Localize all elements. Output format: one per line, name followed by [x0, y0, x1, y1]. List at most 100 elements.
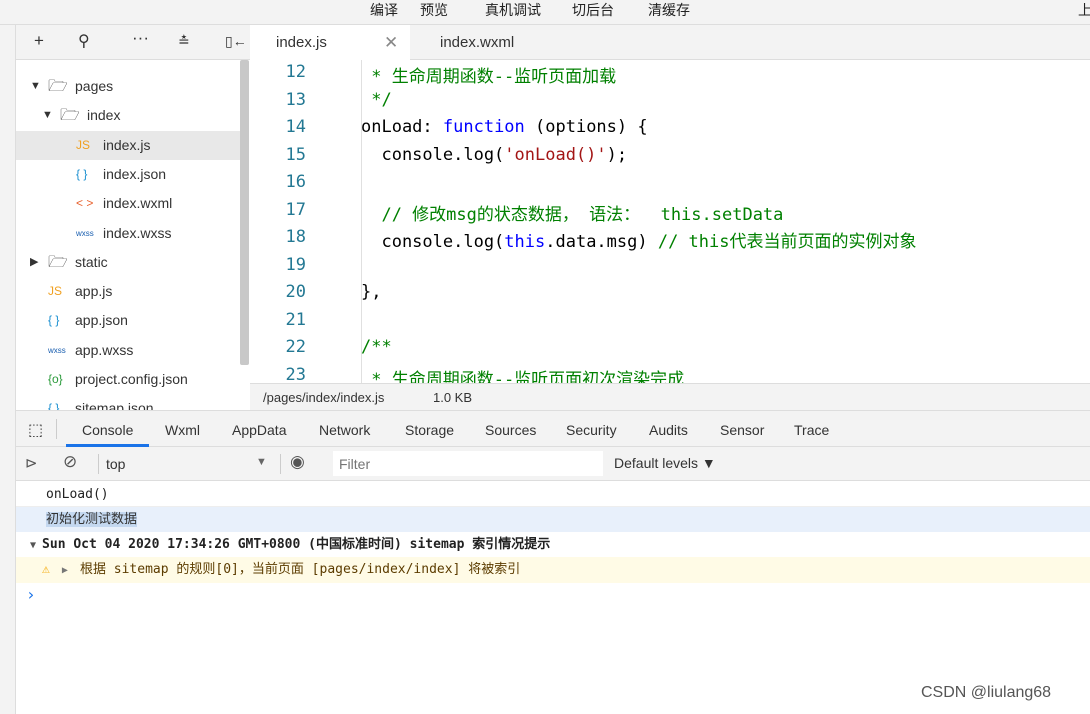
tab-storage[interactable]: Storage	[405, 411, 454, 447]
context-select[interactable]: top ▼	[106, 452, 274, 476]
chevron-down-icon: ▼	[256, 456, 267, 468]
code-token: onLoad:	[361, 117, 443, 137]
code-line: },	[361, 282, 381, 302]
file-tree-item[interactable]: wxss index.wxss	[16, 219, 240, 248]
line-number: 16	[285, 172, 306, 192]
file-icon: JS	[48, 284, 63, 299]
console-warning[interactable]: ⚠ ▶ 根据 sitemap 的规则[0]，当前页面 [pages/index/…	[16, 557, 1090, 583]
devtools-tabs: ⬚ Console Wxml AppData Network Storage Source…	[16, 410, 1090, 447]
divider	[280, 454, 281, 474]
divider	[98, 454, 99, 474]
log-text: 初始化测试数据	[46, 512, 138, 527]
chevron-down-icon: ▼	[30, 540, 43, 551]
file-size: 1.0 KB	[433, 390, 473, 405]
editor-tabs: index.js ✕ index.wxml	[250, 25, 1090, 60]
levels-dropdown[interactable]: Default levels ▼	[614, 455, 716, 471]
tab-sensor[interactable]: Sensor	[720, 411, 764, 447]
folder-icon: 🗁	[48, 253, 68, 271]
file-tree-item[interactable]: < > index.wxml	[16, 189, 240, 218]
file-tree-item[interactable]: { } index.json	[16, 160, 240, 189]
code-line: * 生命周期函数--监听页面初次渲染完成	[361, 365, 684, 384]
close-icon[interactable]: ✕	[384, 25, 398, 61]
sidebar-toggle-icon[interactable]: ⊳	[25, 454, 38, 472]
tab-audits[interactable]: Audits	[649, 411, 688, 447]
code-token: .data.msg)	[545, 232, 658, 252]
console-group[interactable]: ▼ Sun Oct 04 2020 17:34:26 GMT+0800 (中国标…	[16, 533, 1090, 557]
tab-index-wxml[interactable]: index.wxml	[440, 25, 514, 60]
code-line: */	[361, 90, 391, 110]
file-tree-item[interactable]: { } sitemap.json	[16, 394, 240, 410]
file-name: project.config.json	[75, 371, 188, 387]
file-tree-item[interactable]: JS app.js	[16, 277, 240, 306]
chevron-right-icon: ▶	[30, 255, 39, 268]
file-name: app.wxss	[75, 341, 134, 358]
code-token: (options) {	[524, 117, 648, 137]
inspect-icon[interactable]: ⬚	[28, 420, 43, 440]
folder-icon: 🗁	[48, 78, 68, 95]
tab-sources[interactable]: Sources	[485, 411, 536, 447]
tab-network[interactable]: Network	[319, 411, 370, 447]
warning-text: 根据 sitemap 的规则[0]，当前页面 [pages/index/inde…	[79, 562, 521, 577]
status-bar: /pages/index/index.js 1.0 KB	[250, 383, 1090, 410]
collapse-icon[interactable]: ≛	[178, 33, 190, 50]
file-icon: wxss	[48, 345, 66, 355]
file-tree-item[interactable]: ▼ 🗁 index	[16, 101, 240, 130]
warning-icon: ⚠	[42, 562, 50, 577]
file-tree-item[interactable]: ▶ 🗁 static	[16, 248, 240, 277]
search-icon[interactable]: ⚲	[78, 31, 90, 51]
toolbar-button[interactable]: 切后台	[572, 0, 614, 20]
file-name: index.js	[103, 136, 151, 153]
chevron-down-icon: ▼	[30, 80, 41, 92]
file-icon: JS	[76, 137, 91, 152]
toolbar-button[interactable]: 真机调试	[485, 0, 541, 20]
code-editor[interactable]: 12 * 生命周期函数--监听页面加载 13 */ 14 onLoad: functi…	[250, 60, 1090, 383]
watermark: CSDN @liulang68	[921, 684, 1052, 701]
more-icon[interactable]: ···	[132, 28, 149, 48]
code-token: },	[361, 282, 382, 302]
file-tree-item[interactable]: {o} project.config.json	[16, 365, 240, 394]
console-log: onLoad()	[16, 483, 1090, 507]
chevron-down-icon: ▼	[42, 109, 53, 122]
toolbar-button[interactable]: 预览	[420, 0, 448, 20]
console-prompt[interactable]: ›	[16, 584, 1090, 606]
eye-icon[interactable]: ◉	[290, 452, 305, 472]
clear-icon[interactable]: ⊘	[63, 452, 77, 472]
code-line: console.log(this.data.msg) // this代表当前页面…	[361, 227, 916, 252]
toolbar-button[interactable]: 编译	[370, 0, 398, 20]
add-icon[interactable]: +	[34, 31, 44, 51]
file-tree-item[interactable]: JS index.js	[16, 130, 240, 160]
group-title: Sun Oct 04 2020 17:34:26 GMT+0800 (中国标准时…	[42, 537, 551, 552]
code-line: onLoad: function (options) {	[361, 117, 648, 137]
line-number: 22	[285, 337, 306, 357]
file-tree-item[interactable]: wxss app.wxss	[16, 336, 240, 365]
code-token: console.log(	[361, 144, 505, 165]
tab-security[interactable]: Security	[566, 411, 617, 447]
toolbar-button[interactable]: 上	[1078, 0, 1090, 20]
code-line: * 生命周期函数--监听页面加载	[361, 62, 616, 87]
code-token: // 修改msg的状态数据， 语法： this.setData	[361, 204, 784, 225]
toolbar-button[interactable]: 清缓存	[648, 0, 690, 20]
split-icon[interactable]: ▯←	[225, 33, 247, 50]
filter-input[interactable]	[333, 451, 603, 476]
tab-console[interactable]: Console	[66, 411, 150, 447]
tab-label: index.js	[276, 34, 327, 51]
file-icon: {o}	[48, 372, 63, 386]
line-number: 12	[285, 62, 306, 82]
file-icon: wxss	[76, 228, 94, 238]
file-name: sitemap.json	[75, 400, 154, 410]
tab-appdata[interactable]: AppData	[232, 411, 286, 447]
file-name: static	[75, 253, 108, 270]
file-tree-item[interactable]: { } app.json	[16, 306, 240, 335]
code-token: this	[504, 232, 546, 252]
line-number: 13	[285, 89, 306, 110]
line-number: 23	[285, 364, 306, 384]
tab-trace[interactable]: Trace	[794, 411, 829, 447]
console-toolbar: ⊳ ⊘ top ▼ ◉ Default levels ▼	[16, 447, 1090, 481]
file-tree-item[interactable]: ▼ 🗁 pages	[16, 72, 240, 101]
tab-wxml[interactable]: Wxml	[165, 411, 200, 447]
file-icon: { }	[48, 313, 60, 328]
tab-label: index.wxml	[440, 34, 515, 51]
file-name: index.json	[103, 165, 167, 182]
tab-index-js[interactable]: index.js ✕	[250, 25, 410, 60]
sidebar-scrollbar[interactable]	[240, 60, 249, 365]
